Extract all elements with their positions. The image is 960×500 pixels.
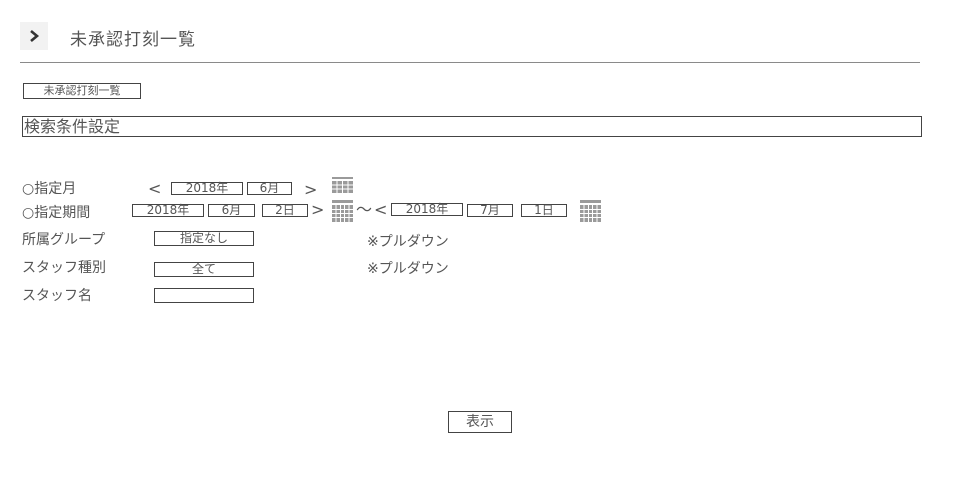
period-to-prev-arrow[interactable]: < (374, 202, 387, 218)
staff-type-select[interactable]: 全て (154, 262, 254, 277)
staff-type-select-note: ※プルダウン (367, 261, 449, 277)
show-button[interactable]: 表示 (448, 411, 512, 433)
period-from-year-select[interactable]: 2018年 (132, 204, 204, 217)
group-filter-label: 所属グループ (22, 232, 106, 248)
period-to-calendar-button[interactable] (580, 200, 601, 222)
period-from-day-select[interactable]: 2日 (262, 204, 308, 217)
period-to-day-select[interactable]: 1日 (521, 204, 567, 217)
tab-unapproved-list[interactable]: 未承認打刻一覧 (23, 83, 141, 99)
period-from-next-arrow[interactable]: > (311, 202, 324, 218)
chevron-right-icon (30, 30, 40, 42)
period-to-year-select[interactable]: 2018年 (391, 203, 463, 216)
month-prev-arrow[interactable]: < (148, 181, 161, 197)
period-from-calendar-button[interactable] (332, 200, 353, 222)
period-separator: 〜 (356, 200, 373, 219)
month-calendar-button[interactable] (332, 177, 353, 193)
staff-name-label: スタッフ名 (22, 288, 92, 304)
period-from-month-select[interactable]: 6月 (208, 204, 255, 217)
calendar-icon (580, 200, 601, 222)
staff-name-input[interactable] (154, 288, 254, 303)
period-to-month-select[interactable]: 7月 (467, 204, 513, 217)
staff-type-label: スタッフ種別 (22, 260, 106, 276)
calendar-icon (332, 200, 353, 222)
calendar-icon (332, 177, 353, 193)
header-chevron[interactable] (20, 22, 48, 50)
period-filter-radio[interactable]: ○指定期間 (22, 202, 90, 222)
search-conditions-title: 検索条件設定 (22, 116, 922, 137)
page-title: 未承認打刻一覧 (70, 30, 196, 50)
group-select[interactable]: 指定なし (154, 231, 254, 246)
header-divider (20, 62, 920, 63)
group-select-note: ※プルダウン (367, 234, 449, 250)
month-month-select[interactable]: 6月 (247, 182, 292, 195)
month-filter-radio[interactable]: ○指定月 (22, 178, 76, 198)
month-next-arrow[interactable]: > (304, 182, 317, 198)
month-year-select[interactable]: 2018年 (171, 182, 243, 195)
